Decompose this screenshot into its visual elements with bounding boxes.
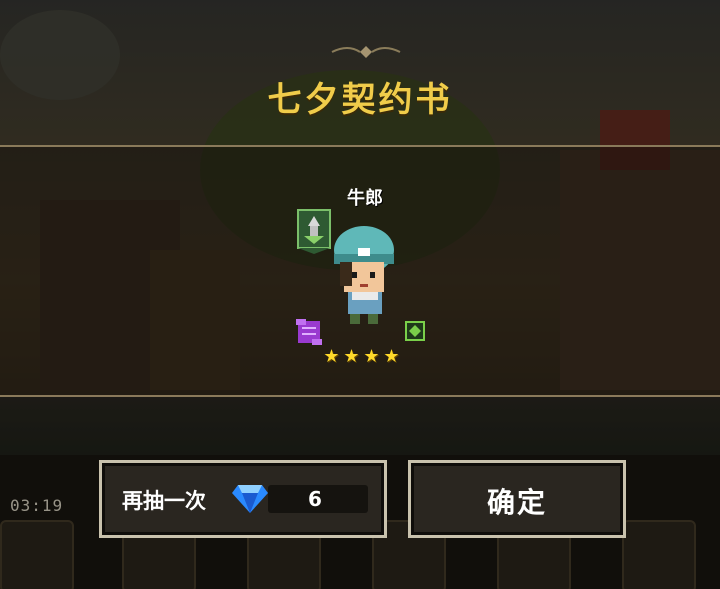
purple-scroll-icon <box>296 319 322 345</box>
star-icon: ★ <box>363 346 381 367</box>
star-icon: ★ <box>383 346 401 367</box>
star-icon: ★ <box>343 346 361 367</box>
flourish-icon <box>331 46 401 58</box>
draw-again-button[interactable]: 再抽一次 6 <box>99 460 387 538</box>
cost-box: 6 <box>268 485 368 513</box>
hero-name: 牛郎 <box>347 188 383 209</box>
star-icon: ★ <box>323 346 341 367</box>
page-title: 七夕契约书 <box>267 80 453 120</box>
draw-again-label: 再抽一次 <box>122 489 206 513</box>
draw-cost: 6 <box>308 487 322 511</box>
confirm-button[interactable]: 确定 <box>408 460 626 538</box>
confirm-label: 确定 <box>486 486 547 519</box>
diamond-icon <box>232 485 268 513</box>
green-gem-icon <box>405 321 425 341</box>
hero-sprite <box>334 226 394 324</box>
star-rating: ★ ★ ★ ★ <box>322 346 412 367</box>
